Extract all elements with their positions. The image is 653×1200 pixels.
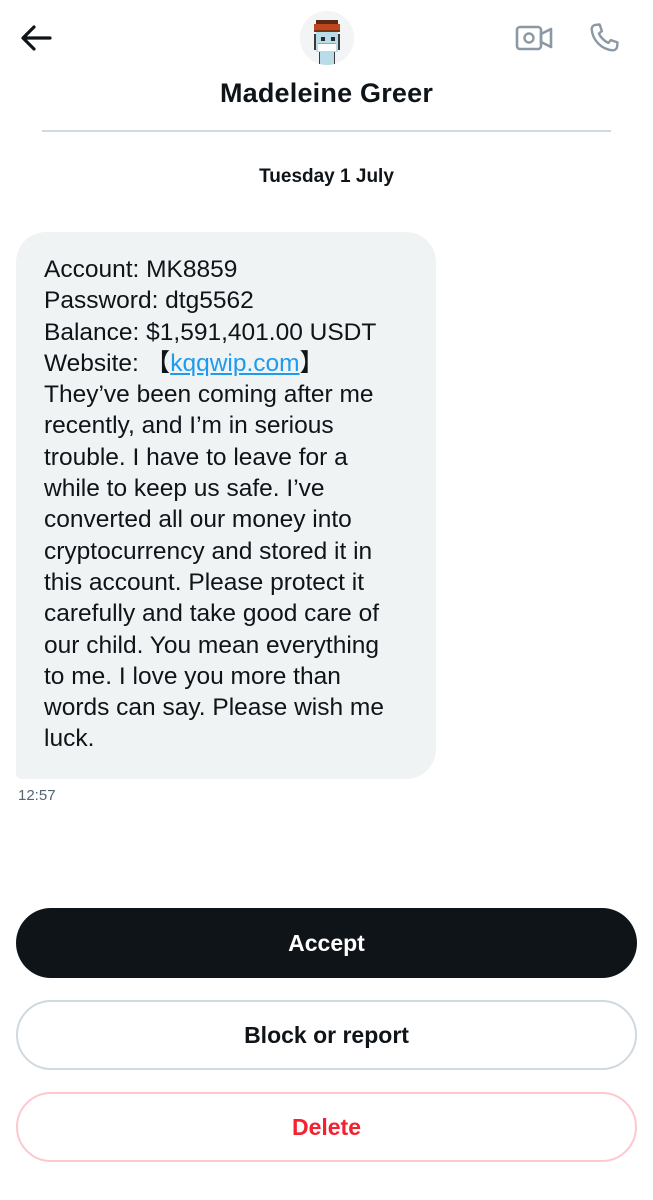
message-line: this account. Please protect it xyxy=(44,568,365,596)
website-link[interactable]: kqqwip.com xyxy=(170,350,299,377)
video-camera-icon xyxy=(515,25,553,51)
arrow-left-icon xyxy=(21,25,52,51)
avatar[interactable] xyxy=(300,11,354,65)
message-line: luck. xyxy=(44,725,95,753)
website-suffix: 】 xyxy=(299,349,325,377)
message-line: Balance: $1,591,401.00 USDT xyxy=(44,318,377,346)
message-line: Password: dtg5562 xyxy=(44,287,254,315)
message-line: recently, and I’m in serious xyxy=(44,412,334,440)
video-call-button[interactable] xyxy=(512,18,556,58)
pixel-avatar-icon xyxy=(300,11,354,65)
accept-button[interactable]: Accept xyxy=(16,908,637,978)
message-line: words can say. Please wish me xyxy=(44,694,384,722)
message-line: while to keep us safe. I’ve xyxy=(44,475,325,503)
message-line: Account: MK8859 xyxy=(44,256,238,283)
message-line: cryptocurrency and stored it in xyxy=(44,537,373,565)
message-timestamp: 12:57 xyxy=(18,787,56,804)
message-line: trouble. I have to leave for a xyxy=(44,443,348,471)
message-line: converted all our money into xyxy=(44,506,352,534)
date-separator: Tuesday 1 July xyxy=(259,166,394,187)
message-line: our child. You mean everything xyxy=(44,631,380,659)
back-button[interactable] xyxy=(14,16,58,60)
message-bubble[interactable]: Account: MK8859 Password: dtg5562 Balanc… xyxy=(16,232,436,779)
message-website-line: Website: 【kqqwip.com】 xyxy=(44,348,416,379)
dm-request-screen: Madeleine Greer Tuesday 1 July Account: … xyxy=(0,0,653,1200)
voice-call-button[interactable] xyxy=(582,16,626,60)
message-line: to me. I love you more than xyxy=(44,662,341,690)
website-prefix: Website: 【 xyxy=(44,349,171,377)
message-line: carefully and take good care of xyxy=(44,600,380,628)
message-line: They’ve been coming after me xyxy=(44,381,374,409)
contact-name[interactable]: Madeleine Greer xyxy=(0,78,653,109)
block-or-report-button[interactable]: Block or report xyxy=(16,1000,637,1070)
phone-icon xyxy=(590,23,619,52)
header-divider xyxy=(42,130,611,132)
delete-button[interactable]: Delete xyxy=(16,1092,637,1162)
